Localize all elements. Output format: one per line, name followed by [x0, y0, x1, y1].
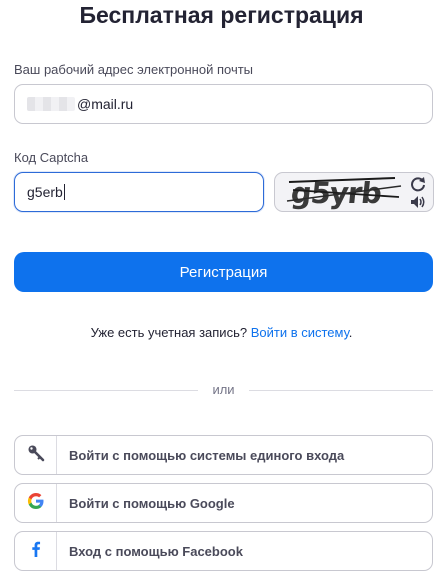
captcha-widget: g5yrb: [274, 172, 434, 212]
email-redacted-blur: [27, 97, 75, 111]
email-label: Ваш рабочий адрес электронной почты: [14, 62, 254, 77]
signin-prompt-text: Уже есть учетная запись?: [90, 325, 248, 340]
signin-link[interactable]: Войти в систему: [251, 325, 349, 340]
captcha-input[interactable]: g5erb: [14, 172, 264, 212]
facebook-icon: [27, 540, 45, 563]
google-label: Войти с помощью Google: [69, 495, 235, 511]
signin-suffix: .: [348, 325, 353, 340]
sso-signin-button[interactable]: Войти с помощью системы единого входа: [14, 435, 433, 475]
google-icon-cell: [15, 484, 57, 522]
captcha-noise-lines: [286, 177, 402, 202]
refresh-icon[interactable]: [409, 176, 427, 192]
facebook-icon-cell: [15, 532, 57, 570]
sso-icon-cell: [15, 436, 57, 474]
key-icon: [27, 444, 45, 467]
text-caret: [63, 184, 65, 200]
facebook-label: Вход с помощью Facebook: [69, 543, 243, 559]
captcha-image: g5yrb: [283, 173, 403, 211]
speaker-icon[interactable]: [409, 194, 427, 210]
google-icon: [27, 492, 45, 515]
sso-label: Войти с помощью системы единого входа: [69, 447, 345, 463]
signin-prompt-line: Уже есть учетная запись? Войти в систему…: [0, 325, 443, 340]
google-signin-button[interactable]: Войти с помощью Google: [14, 483, 433, 523]
email-value: @mail.ru: [77, 96, 134, 112]
or-divider: или: [14, 382, 433, 397]
captcha-input-value: g5erb: [27, 184, 63, 200]
page-title: Бесплатная регистрация: [79, 2, 364, 28]
facebook-signin-button[interactable]: Вход с помощью Facebook: [14, 531, 433, 571]
email-field[interactable]: @mail.ru: [14, 84, 433, 124]
signup-page: Бесплатная регистрация Ваш рабочий адрес…: [0, 0, 443, 579]
divider-line-right: [249, 390, 433, 391]
captcha-label: Код Captcha: [14, 150, 89, 165]
register-button[interactable]: Регистрация: [14, 252, 433, 292]
